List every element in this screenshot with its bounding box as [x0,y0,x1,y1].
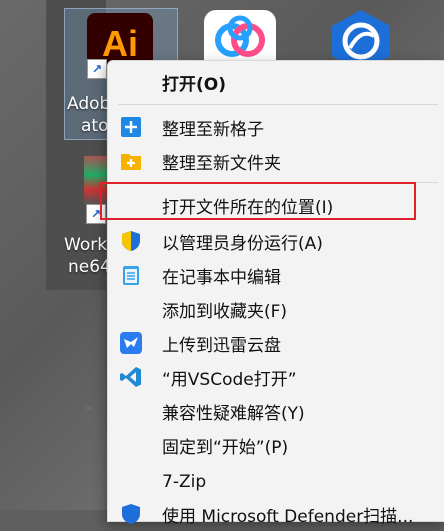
menu-item-open[interactable]: 打开(O) [108,65,444,99]
context-menu: 打开(O) 整理至新格子 整理至新文件夹 打开文件所在的位置(I) 以管理员身份… [107,60,444,527]
menu-item-defender-scan[interactable]: 使用 Microsoft Defender扫描... [108,497,444,531]
defender-icon [120,503,142,525]
menu-item-open-with-vscode[interactable]: “用VSCode打开” [108,360,444,394]
menu-item-organize-new-folder[interactable]: 整理至新文件夹 [108,144,444,178]
illustrator-icon-text: Ai [102,23,138,64]
menu-item-pin-to-start[interactable]: 固定到“开始”(P) [108,428,444,462]
plus-folder-icon [120,150,142,172]
menu-item-run-as-admin[interactable]: 以管理员身份运行(A) [108,224,444,258]
highlight-annotation-box [100,182,416,220]
menu-item-label: 固定到“开始”(P) [162,437,289,458]
menu-item-organize-new-grid[interactable]: 整理至新格子 [108,110,444,144]
uac-shield-icon [120,230,142,252]
menu-item-label: 整理至新文件夹 [162,153,281,174]
xunlei-bird-icon [120,332,142,354]
menu-item-label: 使用 Microsoft Defender扫描... [162,506,414,527]
menu-item-label: 兼容性疑难解答(Y) [162,403,305,424]
desktop-icon-label: Work ne64 [64,235,111,277]
shortcut-arrow-icon: ↗ [87,59,107,79]
menu-item-label: 打开(O) [162,74,226,95]
menu-item-label: 上传到迅雷云盘 [162,335,281,356]
menu-item-label: 添加到收藏夹(F) [162,301,288,322]
menu-item-label: 以管理员身份运行(A) [162,233,323,254]
menu-item-label: 7-Zip [162,472,207,492]
menu-item-label: 整理至新格子 [162,119,264,140]
menu-item-label: “用VSCode打开” [162,369,297,390]
notepad-icon [120,264,142,286]
menu-item-edit-in-notepad[interactable]: 在记事本中编辑 [108,258,444,292]
menu-item-add-to-favorites[interactable]: 添加到收藏夹(F) [108,292,444,326]
plus-blue-icon [120,116,142,138]
vscode-icon [120,366,142,388]
menu-item-label: 在记事本中编辑 [162,267,281,288]
menu-item-7zip[interactable]: 7-Zip [108,465,444,499]
menu-item-compat-troubleshoot[interactable]: 兼容性疑难解答(Y) [108,394,444,428]
menu-item-upload-xunlei[interactable]: 上传到迅雷云盘 [108,326,444,360]
menu-separator [118,104,438,105]
